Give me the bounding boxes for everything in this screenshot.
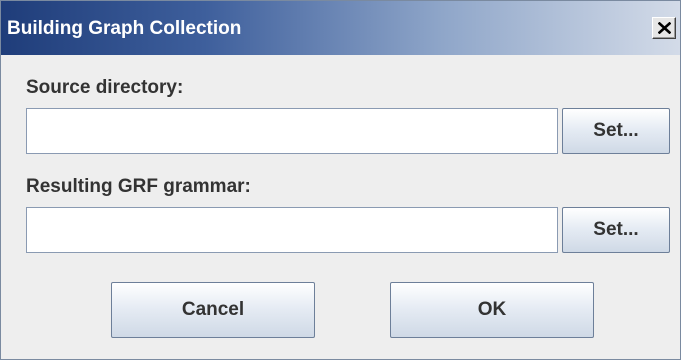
resulting-grammar-input[interactable] [26, 207, 558, 253]
close-button[interactable] [652, 17, 676, 39]
set-resulting-grammar-button[interactable]: Set... [562, 207, 670, 253]
ok-button[interactable]: OK [390, 282, 594, 338]
cancel-button[interactable]: Cancel [111, 282, 315, 338]
set-source-directory-button[interactable]: Set... [562, 108, 670, 154]
window-title: Building Graph Collection [7, 18, 242, 39]
building-graph-collection-dialog: Building Graph Collection Source directo… [0, 0, 681, 360]
source-directory-label: Source directory: [26, 77, 184, 98]
title-bar[interactable]: Building Graph Collection [1, 1, 680, 55]
source-directory-input[interactable] [26, 108, 558, 154]
close-icon [658, 22, 671, 34]
resulting-grammar-label: Resulting GRF grammar: [26, 176, 251, 197]
